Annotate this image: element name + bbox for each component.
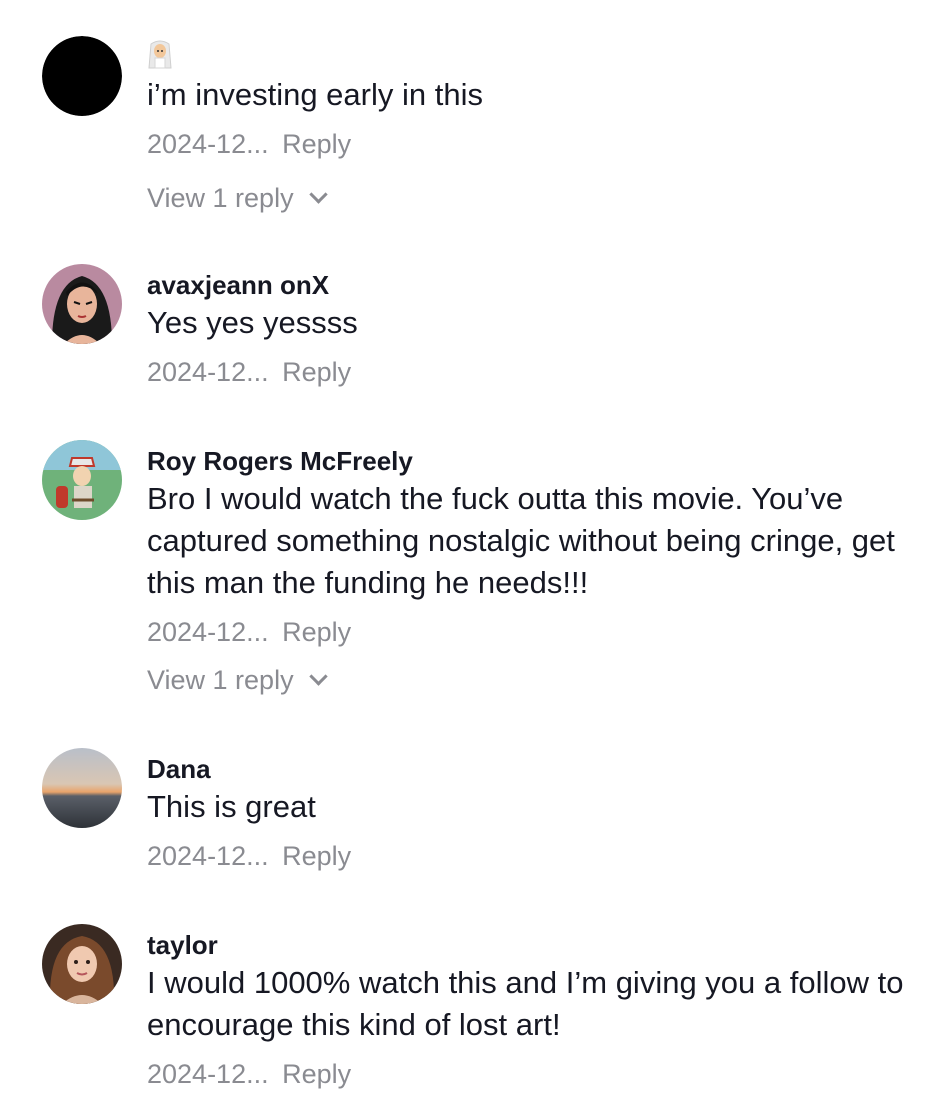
comment-text: This is great bbox=[147, 789, 316, 824]
username[interactable]: avaxjeann onX bbox=[147, 268, 914, 302]
username-emoji[interactable] bbox=[147, 40, 914, 74]
comment-text: Yes yes yessss bbox=[147, 305, 358, 340]
comment-meta: 2024-12... Reply bbox=[147, 838, 914, 874]
reply-button[interactable]: Reply bbox=[282, 617, 351, 647]
username[interactable]: Roy Rogers McFreely bbox=[147, 444, 914, 478]
reply-button[interactable]: Reply bbox=[282, 129, 351, 159]
reply-button[interactable]: Reply bbox=[282, 1059, 351, 1089]
comment-meta: 2024-12... Reply bbox=[147, 614, 914, 650]
comment-text: i’m investing early in this bbox=[147, 77, 483, 112]
avatar[interactable] bbox=[42, 264, 122, 344]
avatar-image bbox=[42, 440, 122, 520]
comment-date: 2024-12... bbox=[147, 357, 269, 387]
person-with-veil-icon bbox=[148, 40, 172, 69]
view-replies-label: View 1 reply bbox=[147, 183, 294, 213]
username[interactable]: taylor bbox=[147, 928, 914, 962]
avatar[interactable] bbox=[42, 440, 122, 520]
avatar[interactable] bbox=[42, 748, 122, 828]
comment-date: 2024-12... bbox=[147, 1059, 269, 1089]
avatar[interactable] bbox=[42, 924, 122, 1004]
comment-meta: 2024-12... Reply bbox=[147, 1056, 914, 1092]
reply-button[interactable]: Reply bbox=[282, 357, 351, 387]
view-replies-button[interactable]: View 1 reply bbox=[147, 662, 914, 698]
avatar-image bbox=[42, 264, 122, 344]
username[interactable]: Dana bbox=[147, 752, 914, 786]
comment-text: I would 1000% watch this and I’m giving … bbox=[147, 965, 904, 1042]
avatar-image bbox=[42, 924, 122, 1004]
chevron-down-icon bbox=[308, 185, 328, 204]
reply-button[interactable]: Reply bbox=[282, 841, 351, 871]
comment-date: 2024-12... bbox=[147, 841, 269, 871]
avatar-image bbox=[42, 36, 122, 116]
comment-date: 2024-12... bbox=[147, 129, 269, 159]
avatar[interactable] bbox=[42, 36, 122, 116]
comment-meta: 2024-12... Reply bbox=[147, 126, 914, 162]
chevron-down-icon bbox=[308, 667, 328, 686]
comment-date: 2024-12... bbox=[147, 617, 269, 647]
comment-meta: 2024-12... Reply bbox=[147, 354, 914, 390]
view-replies-label: View 1 reply bbox=[147, 665, 294, 695]
comment-text: Bro I would watch the fuck outta this mo… bbox=[147, 481, 895, 600]
view-replies-button[interactable]: View 1 reply bbox=[147, 180, 914, 216]
avatar-image bbox=[42, 748, 122, 828]
